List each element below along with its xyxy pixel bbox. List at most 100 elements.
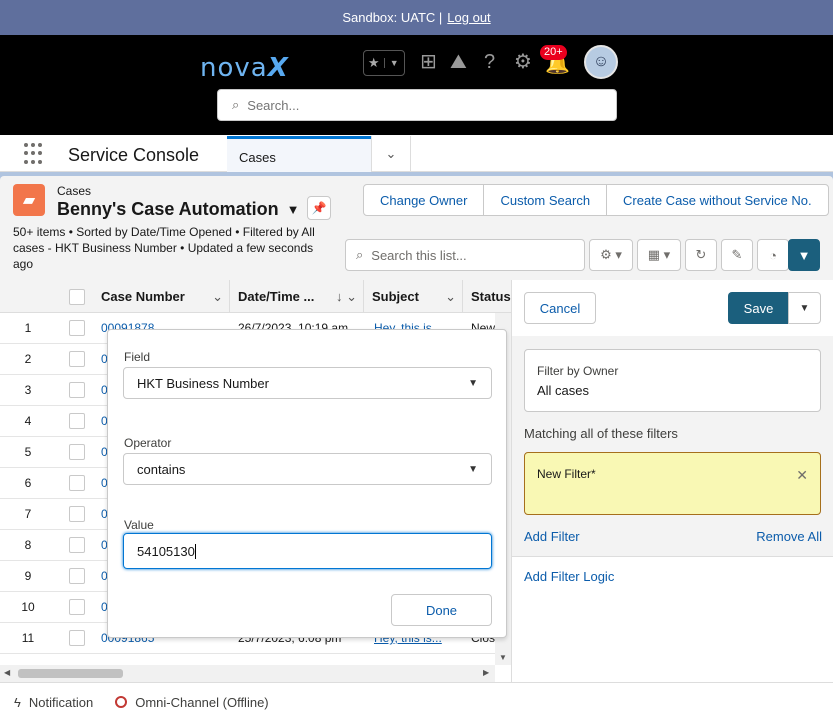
setup-gear-icon[interactable]: ⚙ <box>514 52 532 72</box>
select-all-checkbox[interactable] <box>69 288 85 305</box>
notification-utility[interactable]: ϟ Notification <box>14 695 93 710</box>
favorites-button[interactable]: ★ ▼ <box>363 50 405 76</box>
edit-pencil-icon[interactable]: ✎ <box>721 239 753 271</box>
scroll-left-icon[interactable]: ◀ <box>4 668 10 677</box>
sort-arrow-chevron-icon[interactable]: ↓ ⌄ <box>336 289 357 305</box>
logout-link[interactable]: Log out <box>447 10 490 25</box>
remove-all-link[interactable]: Remove All <box>756 529 822 544</box>
chevron-down-icon[interactable]: ⌄ <box>445 289 456 305</box>
divider <box>512 556 833 557</box>
column-date-opened[interactable]: Date/Time ... ↓ ⌄ <box>230 280 364 313</box>
trailhead-icon[interactable]: ⛰ <box>450 52 467 72</box>
row-checkbox[interactable] <box>69 630 85 646</box>
pin-icon[interactable]: 📌 <box>307 196 331 220</box>
row-checkbox[interactable] <box>69 475 85 491</box>
row-checkbox[interactable] <box>69 351 85 367</box>
offline-status-icon <box>115 696 128 708</box>
value-label: Value <box>124 518 154 532</box>
row-checkbox[interactable] <box>69 537 85 553</box>
lightning-icon: ϟ <box>14 695 21 710</box>
star-icon[interactable]: ★ <box>364 55 384 71</box>
scroll-down-icon[interactable]: ▼ <box>499 653 507 662</box>
favorites-dropdown-icon[interactable]: ▼ <box>383 58 405 68</box>
chevron-down-icon[interactable]: ⌄ <box>212 289 223 305</box>
row-checkbox[interactable] <box>69 568 85 584</box>
filters-panel: Cancel Save ▼ Filter by Owner All cases … <box>511 280 833 682</box>
search-icon: ⌕ <box>232 97 240 112</box>
row-checkbox[interactable] <box>69 444 85 460</box>
scroll-right-icon[interactable]: ▶ <box>483 668 489 677</box>
novax-logo[interactable]: novaX <box>200 53 289 83</box>
list-settings-gear-icon[interactable]: ⚙ ▾ <box>589 239 633 271</box>
horizontal-scroll-thumb[interactable] <box>18 669 123 678</box>
create-case-button[interactable]: Create Case without Service No. <box>606 185 828 215</box>
app-nav-bar: Service Console Cases ⌄ <box>0 135 833 172</box>
nav-menu-chevron-down-icon[interactable]: ⌄ <box>371 136 411 172</box>
close-icon[interactable]: ✕ <box>796 467 808 484</box>
add-filter-link[interactable]: Add Filter <box>524 529 580 544</box>
filter-by-owner[interactable]: Filter by Owner All cases <box>524 349 821 412</box>
global-search-input[interactable] <box>247 97 578 113</box>
list-search[interactable]: ⌕ Search this list... <box>345 239 585 271</box>
operator-label: Operator <box>124 436 172 450</box>
list-view-selector[interactable]: Benny's Case Automation ▼ <box>57 199 300 220</box>
list-view-name: Benny's Case Automation <box>57 199 279 219</box>
row-number: 1 <box>24 321 32 335</box>
row-checkbox[interactable] <box>69 599 85 615</box>
help-icon[interactable]: ? <box>484 52 495 72</box>
row-checkbox[interactable] <box>69 506 85 522</box>
case-briefcase-icon: ▰ <box>13 184 45 216</box>
filters-body: Filter by Owner All cases Matching all o… <box>512 336 833 584</box>
field-select[interactable]: HKT Business Number ▼ <box>123 367 492 399</box>
display-as-table-icon[interactable]: ▦ ▾ <box>637 239 681 271</box>
global-search[interactable]: ⌕ <box>217 89 617 121</box>
notification-badge: 20+ <box>540 45 567 60</box>
caret-down-icon: ▼ <box>468 377 478 389</box>
matching-label: Matching all of these filters <box>524 426 678 441</box>
tab-cases[interactable]: Cases <box>227 136 371 172</box>
list-actions: Change Owner Custom Search Create Case w… <box>363 184 829 216</box>
filter-icon[interactable]: ▼ <box>788 239 820 271</box>
global-actions-icon[interactable]: ⊞ <box>420 52 437 72</box>
new-filter-item[interactable]: New Filter* ✕ <box>524 452 821 515</box>
cancel-button[interactable]: Cancel <box>524 292 596 324</box>
row-checkbox[interactable] <box>69 413 85 429</box>
done-button[interactable]: Done <box>391 594 492 626</box>
utility-bar: ϟ Notification Omni-Channel (Offline) <box>0 682 833 722</box>
list-view-dropdown-icon[interactable]: ▼ <box>287 202 300 217</box>
sandbox-banner: Sandbox: UATC | Log out <box>0 0 833 35</box>
column-case-number[interactable]: Case Number ⌄ <box>93 280 230 313</box>
app-name: Service Console <box>68 145 200 165</box>
field-label: Field <box>124 350 151 364</box>
filter-edit-popover: Field HKT Business Number ▼ Operator cont… <box>107 329 507 638</box>
operator-select[interactable]: contains ▼ <box>123 453 492 485</box>
row-number: 10 <box>21 600 35 614</box>
app-launcher-icon[interactable] <box>24 143 46 165</box>
value-input[interactable]: 54105130 <box>123 533 492 569</box>
select-all-cell <box>56 280 94 313</box>
table-header: Case Number ⌄ Date/Time ... ↓ ⌄ Subject ⌄ S… <box>0 280 511 313</box>
save-button[interactable]: Save <box>728 292 789 324</box>
refresh-icon[interactable]: ↻ <box>685 239 717 271</box>
charts-icon[interactable]: ◔ <box>757 239 789 271</box>
row-number: 11 <box>21 631 35 645</box>
row-checkbox[interactable] <box>69 320 85 336</box>
user-avatar[interactable]: ☺ <box>584 45 618 79</box>
row-checkbox[interactable] <box>69 382 85 398</box>
sandbox-text: Sandbox: UATC | <box>342 10 443 25</box>
change-owner-button[interactable]: Change Owner <box>364 185 483 215</box>
row-number: 5 <box>24 445 32 459</box>
row-number: 8 <box>24 538 32 552</box>
column-status[interactable]: Status <box>463 280 511 313</box>
custom-search-button[interactable]: Custom Search <box>483 185 606 215</box>
header-icons: ★ ▼ <box>363 49 405 77</box>
save-options-dropdown-icon[interactable]: ▼ <box>788 292 821 324</box>
row-number: 4 <box>24 414 32 428</box>
omni-channel-utility[interactable]: Omni-Channel (Offline) <box>115 695 269 710</box>
row-number: 6 <box>24 476 32 490</box>
add-filter-logic-link[interactable]: Add Filter Logic <box>524 569 614 584</box>
list-search-input[interactable]: Search this list... <box>371 248 466 263</box>
row-number: 3 <box>24 383 32 397</box>
search-icon: ⌕ <box>356 247 364 262</box>
column-subject[interactable]: Subject ⌄ <box>364 280 463 313</box>
